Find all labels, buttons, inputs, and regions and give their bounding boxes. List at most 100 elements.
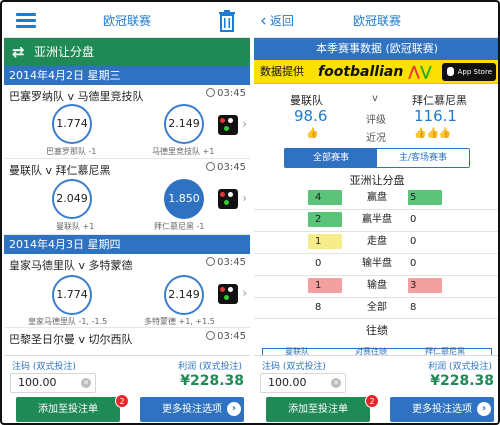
- chevron-right-icon[interactable]: ›: [242, 286, 247, 300]
- more-bet-options-button[interactable]: 更多投注选项 ›: [140, 397, 244, 422]
- clear-icon[interactable]: ✕: [331, 378, 341, 388]
- clock-icon: [206, 88, 216, 97]
- handicap-row: 0 输半盘 0: [254, 256, 498, 273]
- away-rating: 116.1: [414, 107, 457, 125]
- rating-label: 评级: [366, 115, 386, 126]
- result-label: 输半盘: [362, 258, 392, 269]
- away-odds-button[interactable]: 2.149: [164, 104, 204, 144]
- chevron-right-icon: ›: [477, 402, 491, 416]
- home-count: 2: [308, 212, 342, 227]
- tab-home-away[interactable]: 主/客场赛事: [377, 149, 469, 167]
- kickoff-time: 03:45: [206, 162, 246, 173]
- thumbs-up-icon: 👍: [306, 128, 319, 139]
- stake-label: 注码 (双式投注): [262, 362, 326, 372]
- page-title: 欧冠联赛: [352, 14, 401, 28]
- away-handicap-label: 马德里竞技队 +1: [152, 147, 215, 156]
- home-count: 8: [315, 302, 322, 313]
- kickoff-time: 03:45: [206, 88, 246, 99]
- betslip-count-badge: 2: [115, 394, 129, 408]
- thumbs-up-icon: 👍👍👍: [414, 128, 452, 139]
- match-name: 曼联队 v 拜仁慕尼黑: [9, 164, 111, 177]
- left-nav-bar: 欧冠联赛: [4, 4, 250, 38]
- match-row: 巴黎圣日尔曼 v 切尔西队 03:45: [4, 328, 250, 358]
- away-team-name: 拜仁慕尼黑: [412, 94, 467, 107]
- data-provider-banner[interactable]: 数据提供 footballian ⋀⋁ App Store: [254, 60, 498, 84]
- home-count: 0: [315, 258, 322, 269]
- payout-label: 利润 (双式投注): [178, 362, 242, 372]
- right-nav-bar: ‹ 返回 欧冠联赛: [254, 4, 498, 38]
- away-count: 5: [408, 190, 442, 205]
- home-team-name: 曼联队: [290, 94, 323, 107]
- market-bar[interactable]: ⇄ 亚洲让分盘: [4, 38, 250, 66]
- clock-icon: [206, 331, 216, 340]
- stats-icon[interactable]: [218, 115, 238, 135]
- handicap-title: 亚洲让分盘: [349, 174, 405, 187]
- result-label: 输盘: [367, 280, 387, 291]
- right-screen: ‹ 返回 欧冠联赛 本季赛事数据 (欧冠联赛) 数据提供 footballian …: [254, 4, 498, 423]
- payout-label: 利润 (双式投注): [428, 362, 492, 372]
- add-to-betslip-button[interactable]: 添加至投注单: [266, 397, 370, 422]
- app-store-badge[interactable]: App Store: [442, 63, 496, 81]
- result-label: 走盘: [367, 236, 387, 247]
- versus-label: v: [372, 93, 378, 104]
- bet-slip-bar: 注码 (双式投注) 利润 (双式投注) 100.00 ✕ ¥228.38 添加至投…: [4, 355, 250, 423]
- betslip-count-badge: 2: [365, 394, 379, 408]
- match-row: 巴塞罗纳队 v 马德里竞技队 03:45 1.774 2.149 巴塞罗那队 -…: [4, 85, 250, 159]
- match-name: 巴黎圣日尔曼 v 切尔西队: [9, 333, 133, 346]
- match-name: 皇家马德里队 v 多特蒙德: [9, 259, 133, 272]
- away-count: 3: [408, 278, 442, 293]
- away-odds-button[interactable]: 2.149: [164, 275, 204, 315]
- app-frame: 欧冠联赛 ⇄ 亚洲让分盘 2014年4月2日 星期三 巴塞罗纳队 v 马德里竞技…: [0, 0, 500, 425]
- home-count: 4: [308, 190, 342, 205]
- stake-label: 注码 (双式投注): [12, 362, 76, 372]
- form-label: 近况: [366, 133, 386, 144]
- footballian-logo: footballian ⋀⋁: [318, 64, 432, 80]
- stats-icon[interactable]: [218, 189, 238, 209]
- home-odds-button[interactable]: 2.049: [52, 179, 92, 219]
- date-header: 2014年4月3日 星期四: [4, 235, 250, 254]
- home-handicap-label: 皇家马德里队 -1, -1.5: [28, 317, 108, 326]
- away-odds-button-selected[interactable]: 1.850: [164, 179, 204, 219]
- handicap-row: 1 走盘 0: [254, 234, 498, 251]
- season-stats-title: 本季赛事数据 (欧冠联赛): [254, 38, 498, 60]
- away-handicap-label: 多特蒙德 +1, +1.5: [144, 317, 215, 326]
- home-odds-button[interactable]: 1.774: [52, 275, 92, 315]
- stake-input[interactable]: 100.00 ✕: [260, 373, 346, 393]
- handicap-row: 4 赢盘 5: [254, 190, 498, 207]
- home-odds-button[interactable]: 1.774: [52, 104, 92, 144]
- home-count: 1: [308, 234, 342, 249]
- chevron-right-icon[interactable]: ›: [242, 117, 247, 131]
- date-header: 2014年4月2日 星期三: [4, 66, 250, 85]
- stats-icon[interactable]: [218, 284, 238, 304]
- row-divider: [254, 253, 498, 254]
- kickoff-time: 03:45: [206, 257, 246, 268]
- result-label: 赢盘: [367, 192, 387, 203]
- trash-icon[interactable]: [218, 10, 236, 32]
- page-title: 欧冠联赛: [102, 14, 151, 28]
- more-bet-options-button[interactable]: 更多投注选项 ›: [390, 397, 494, 422]
- clock-icon: [206, 257, 216, 266]
- clear-icon[interactable]: ✕: [81, 378, 91, 388]
- row-divider: [254, 275, 498, 276]
- handicap-row: 2 赢半盘 0: [254, 212, 498, 229]
- tab-all-matches[interactable]: 全部赛事: [285, 149, 377, 167]
- row-divider: [254, 209, 498, 210]
- away-count: 8: [410, 302, 417, 313]
- kickoff-time: 03:45: [206, 331, 246, 342]
- match-row: 皇家马德里队 v 多特蒙德 03:45 1.774 2.149 皇家马德里队 -…: [4, 254, 250, 328]
- add-to-betslip-button[interactable]: 添加至投注单: [16, 397, 120, 422]
- away-count: 0: [410, 258, 417, 269]
- left-screen: 欧冠联赛 ⇄ 亚洲让分盘 2014年4月2日 星期三 巴塞罗纳队 v 马德里竞技…: [4, 4, 250, 423]
- chevron-right-icon[interactable]: ›: [242, 191, 247, 205]
- market-label: 亚洲让分盘: [34, 45, 95, 59]
- swap-icon: ⇄: [12, 43, 25, 61]
- bet-slip-bar: 注码 (双式投注) 利润 (双式投注) 100.00 ✕ ¥228.38 添加至投…: [254, 355, 498, 423]
- home-rating: 98.6: [294, 107, 328, 125]
- provider-label: 数据提供: [260, 65, 304, 78]
- result-label: 赢半盘: [362, 214, 392, 225]
- match-row: 曼联队 v 拜仁慕尼黑 03:45 2.049 1.850 曼联队 +1 拜仁慕…: [4, 159, 250, 235]
- payout-value: ¥228.38: [430, 373, 494, 389]
- section-divider: [254, 318, 498, 319]
- away-count: 0: [410, 214, 417, 225]
- stake-input[interactable]: 100.00 ✕: [10, 373, 96, 393]
